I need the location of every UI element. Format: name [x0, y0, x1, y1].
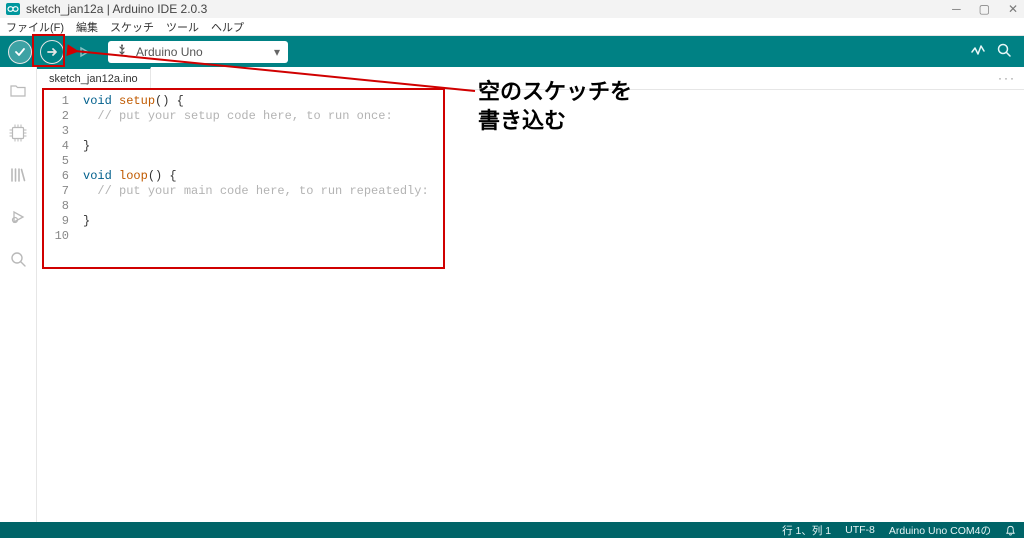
annotation-text: 空のスケッチを 書き込む [478, 78, 632, 135]
status-encoding[interactable]: UTF-8 [845, 524, 875, 536]
line-number: 6 [37, 169, 69, 184]
verify-button[interactable] [8, 40, 32, 64]
minimize-button[interactable]: ─ [952, 2, 961, 16]
tab-overflow-button[interactable]: ··· [998, 71, 1016, 85]
line-number: 8 [37, 199, 69, 214]
annotation-text-line1: 空のスケッチを [478, 78, 632, 107]
chevron-down-icon: ▾ [274, 45, 280, 59]
menu-sketch[interactable]: スケッチ [110, 19, 154, 35]
line-number: 10 [37, 229, 69, 244]
toolbar-right [970, 42, 1016, 61]
boards-manager-icon[interactable] [8, 123, 28, 143]
line-number-gutter: 12345678910 [37, 90, 77, 522]
editor-tab-active[interactable]: sketch_jan12a.ino [37, 67, 151, 90]
board-selector[interactable]: Arduino Uno ▾ [108, 41, 288, 63]
menu-tools[interactable]: ツール [166, 19, 199, 35]
menu-edit[interactable]: 編集 [76, 19, 98, 35]
serial-plotter-icon[interactable] [970, 42, 986, 61]
arduino-app-icon [6, 3, 20, 15]
title-bar: sketch_jan12a | Arduino IDE 2.0.3 ─ ▢ ✕ [0, 0, 1024, 18]
board-selector-label: Arduino Uno [136, 45, 203, 59]
editor-tab-label: sketch_jan12a.ino [49, 73, 138, 85]
code-line[interactable] [83, 199, 1020, 214]
search-sidebar-icon[interactable] [8, 249, 28, 269]
code-line[interactable]: } [83, 214, 1020, 229]
code-line[interactable]: void loop() { [83, 169, 1020, 184]
menu-help[interactable]: ヘルプ [211, 19, 244, 35]
window-controls: ─ ▢ ✕ [952, 2, 1018, 16]
menu-file[interactable]: ファイル(F) [6, 19, 64, 35]
debug-button[interactable] [72, 40, 96, 64]
status-board-port[interactable]: Arduino Uno COM4の [889, 523, 991, 538]
upload-button[interactable] [40, 40, 64, 64]
line-number: 4 [37, 139, 69, 154]
code-content[interactable]: void setup() { // put your setup code he… [77, 90, 1024, 522]
window-title: sketch_jan12a | Arduino IDE 2.0.3 [26, 2, 207, 16]
library-manager-icon[interactable] [8, 165, 28, 185]
line-number: 2 [37, 109, 69, 124]
code-editor[interactable]: 12345678910 void setup() { // put your s… [37, 90, 1024, 522]
activity-sidebar [0, 67, 37, 522]
toolbar: Arduino Uno ▾ [0, 36, 1024, 67]
status-bar: 行 1、列 1 UTF-8 Arduino Uno COM4の [0, 522, 1024, 538]
code-line[interactable]: // put your main code here, to run repea… [83, 184, 1020, 199]
line-number: 3 [37, 124, 69, 139]
serial-monitor-icon[interactable] [996, 42, 1012, 61]
line-number: 7 [37, 184, 69, 199]
annotation-text-line2: 書き込む [478, 107, 632, 136]
menu-bar: ファイル(F) 編集 スケッチ ツール ヘルプ [0, 18, 1024, 36]
code-line[interactable] [83, 229, 1020, 244]
code-line[interactable]: } [83, 139, 1020, 154]
code-line[interactable] [83, 154, 1020, 169]
sketchbook-icon[interactable] [8, 81, 28, 101]
usb-icon [116, 44, 128, 59]
debug-sidebar-icon[interactable] [8, 207, 28, 227]
line-number: 1 [37, 94, 69, 109]
editor-area: sketch_jan12a.ino ··· 12345678910 void s… [37, 67, 1024, 522]
line-number: 5 [37, 154, 69, 169]
status-cursor-position: 行 1、列 1 [782, 523, 831, 538]
maximize-button[interactable]: ▢ [979, 2, 990, 16]
main-row: sketch_jan12a.ino ··· 12345678910 void s… [0, 67, 1024, 522]
line-number: 9 [37, 214, 69, 229]
notifications-icon[interactable] [1005, 525, 1016, 536]
close-button[interactable]: ✕ [1008, 2, 1018, 16]
